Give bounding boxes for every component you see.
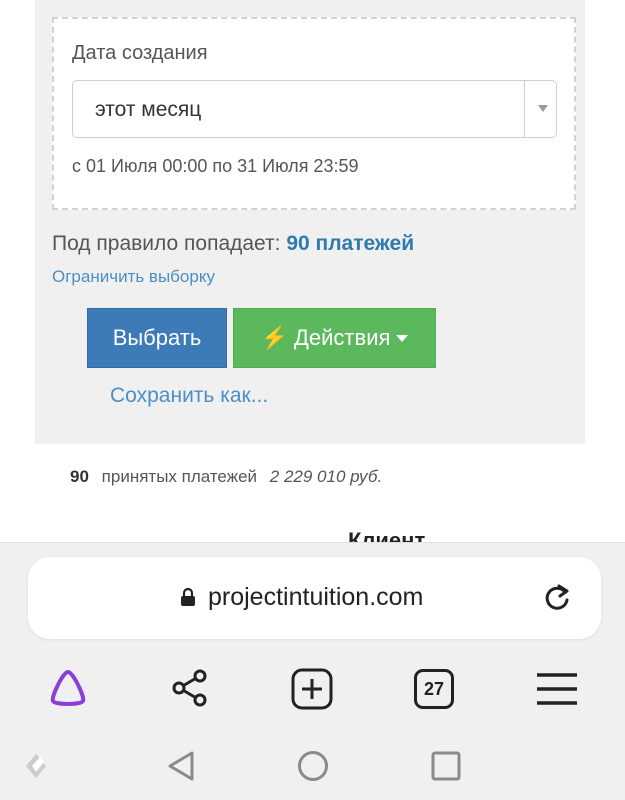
summary-amount: 2 229 010 руб. xyxy=(269,467,383,486)
period-select[interactable]: этот месяц xyxy=(72,80,557,138)
menu-icon[interactable] xyxy=(536,672,578,706)
summary-text: принятых платежей xyxy=(101,467,258,486)
recents-icon[interactable] xyxy=(431,751,461,781)
save-as-link[interactable]: Сохранить как... xyxy=(110,384,268,408)
address-bar[interactable]: projectintuition.com xyxy=(28,557,601,639)
reload-icon[interactable] xyxy=(541,582,573,614)
rule-match-prefix: Под правило попадает: xyxy=(52,232,281,255)
share-icon[interactable] xyxy=(170,668,210,708)
actions-button-label: Действия xyxy=(294,325,391,350)
rule-match-line: Под правило попадает: 90 платежей xyxy=(52,232,414,256)
select-button-label: Выбрать xyxy=(112,325,202,350)
actions-button[interactable]: ⚡ Действия xyxy=(233,308,436,368)
date-filter-label: Дата создания xyxy=(72,42,208,64)
tabs-icon[interactable]: 27 xyxy=(414,669,454,709)
select-button[interactable]: Выбрать xyxy=(87,308,227,368)
period-select-value: этот месяц xyxy=(95,98,202,121)
lock-icon xyxy=(181,587,195,606)
chevron-down-icon[interactable] xyxy=(538,105,548,112)
rule-match-count: 90 платежей xyxy=(286,232,415,255)
summary-count: 90 xyxy=(70,467,89,486)
home-icon[interactable] xyxy=(297,750,329,782)
gesture-icon xyxy=(26,754,46,778)
date-range-text: с 01 Июля 00:00 по 31 Июля 23:59 xyxy=(72,156,359,176)
select-divider xyxy=(523,81,525,137)
back-icon[interactable] xyxy=(166,750,196,782)
payments-summary: 90 принятых платежей 2 229 010 руб. xyxy=(70,467,382,487)
url-text: projectintuition.com xyxy=(208,583,424,611)
alice-assistant-icon[interactable] xyxy=(47,667,89,709)
limit-selection-link[interactable]: Ограничить выборку xyxy=(52,267,215,287)
new-tab-icon[interactable] xyxy=(291,668,333,710)
caret-down-icon xyxy=(396,334,409,342)
lightning-icon: ⚡ xyxy=(260,325,288,350)
